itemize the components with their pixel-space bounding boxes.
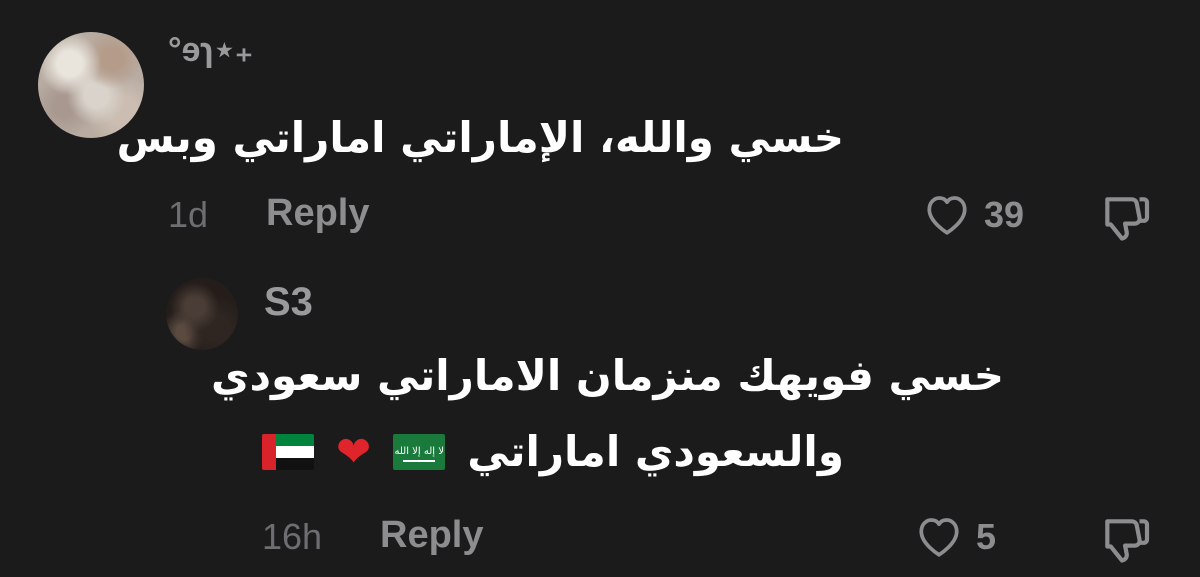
like-count: 5 bbox=[976, 516, 997, 557]
comment-username[interactable]: °ɘɿ⋆₊ bbox=[168, 30, 253, 70]
reply-timestamp: 16h bbox=[262, 516, 323, 557]
reply-text-line-2: والسعودي اماراتي bbox=[467, 427, 844, 476]
dislike-button[interactable] bbox=[1098, 514, 1154, 570]
thumbs-down-icon bbox=[1098, 519, 1154, 570]
reply-text-line-1: خسي فويهك منزمان الاماراتي سعودي bbox=[211, 351, 1004, 400]
uae-flag-emoji bbox=[262, 434, 314, 470]
saudi-flag-emoji: لا إله إلا الله bbox=[393, 434, 446, 470]
reply-username[interactable]: S3 bbox=[264, 280, 313, 325]
reply-button[interactable]: Reply bbox=[266, 192, 369, 235]
avatar[interactable] bbox=[166, 278, 238, 350]
saudi-flag-text: لا إله إلا الله bbox=[394, 446, 444, 457]
like-button[interactable]: 5 bbox=[914, 512, 996, 562]
reply-text-line-2-row: ❤ لا إله إلا الله والسعودي اماراتي bbox=[262, 420, 844, 484]
like-count: 39 bbox=[984, 194, 1025, 235]
dislike-button[interactable] bbox=[1098, 192, 1154, 248]
heart-outline-icon bbox=[922, 190, 972, 240]
comment-timestamp: 1d bbox=[168, 194, 209, 235]
thumbs-down-icon bbox=[1098, 197, 1154, 248]
comment-text: خسي والله، الإماراتي اماراتي وبس bbox=[116, 113, 844, 162]
reply-button[interactable]: Reply bbox=[380, 514, 483, 557]
red-heart-emoji: ❤ bbox=[336, 427, 372, 476]
like-button[interactable]: 39 bbox=[922, 190, 1024, 240]
saudi-flag-sword bbox=[403, 460, 436, 462]
heart-outline-icon bbox=[914, 512, 964, 562]
